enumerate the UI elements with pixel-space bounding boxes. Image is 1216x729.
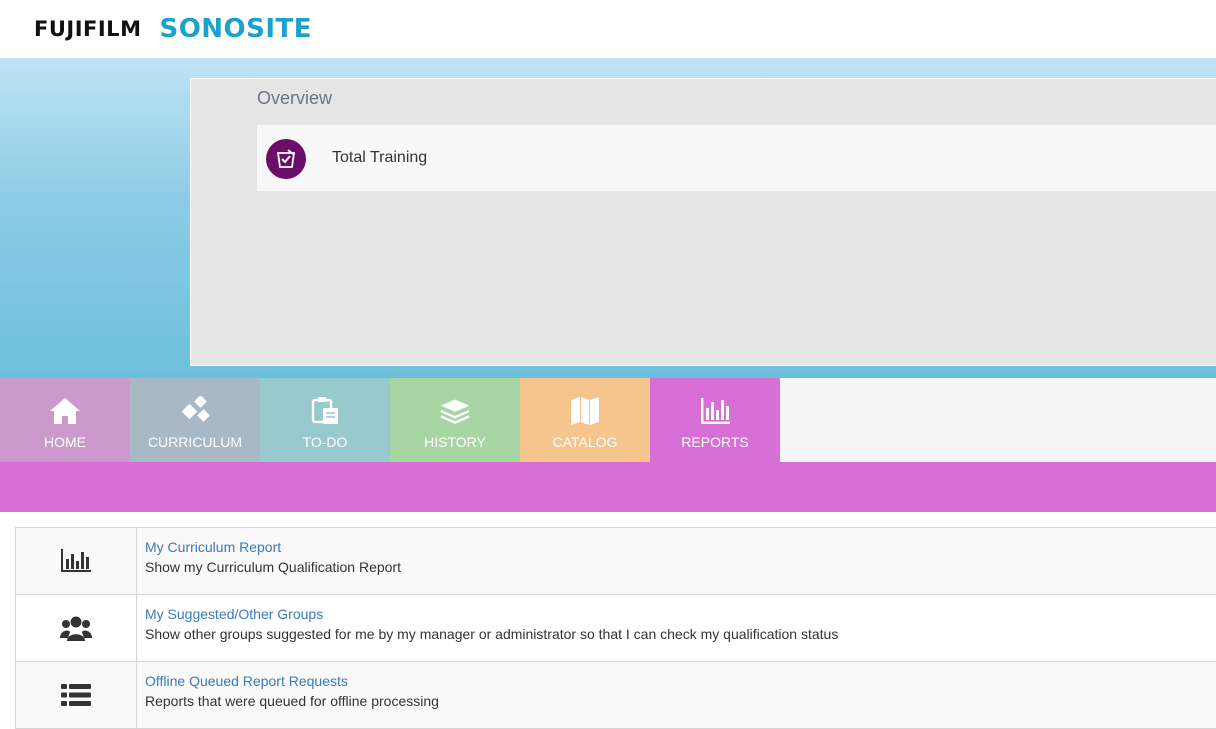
overview-panel: Overview Total Training — [190, 78, 1216, 366]
report-link[interactable]: My Curriculum Report — [145, 539, 281, 555]
list-item: Offline Queued Report Requests Reports t… — [16, 662, 1216, 729]
list-item: My Curriculum Report Show my Curriculum … — [16, 528, 1216, 595]
list-icon — [16, 662, 137, 728]
tab-catalog[interactable]: CATALOG — [520, 378, 650, 462]
header: FUJIFILM SONOSITE — [0, 0, 1216, 58]
tab-label: CURRICULUM — [147, 434, 243, 450]
tab-history[interactable]: HISTORY — [390, 378, 520, 462]
fujifilm-sonosite-logo[interactable]: FUJIFILM SONOSITE — [34, 12, 312, 46]
training-badge-icon — [266, 139, 306, 179]
tab-curriculum[interactable]: CURRICULUM — [130, 378, 260, 462]
bar-chart-icon — [699, 396, 731, 426]
logo-brand: FUJIFILM — [34, 17, 142, 41]
tab-label: REPORTS — [681, 434, 749, 450]
tab-label: HOME — [44, 434, 86, 450]
tab-label: CATALOG — [552, 434, 618, 450]
bar-chart-icon — [16, 528, 137, 594]
clipboard-icon — [309, 396, 341, 426]
users-icon — [16, 595, 137, 661]
overview-title: Overview — [257, 88, 333, 108]
reports-section-band — [0, 462, 1216, 512]
total-training-row[interactable]: Total Training — [257, 125, 1216, 191]
tab-home[interactable]: HOME — [0, 378, 130, 462]
tab-to-do[interactable]: TO-DO — [260, 378, 390, 462]
list-item: My Suggested/Other Groups Show other gro… — [16, 595, 1216, 662]
main-nav-tabs: HOME CURRICULUM TO-DO HISTORY CATALOG RE… — [0, 378, 1216, 462]
report-description: Reports that were queued for offline pro… — [145, 693, 439, 709]
tab-label: TO-DO — [302, 434, 348, 450]
home-icon — [49, 396, 81, 426]
report-link[interactable]: My Suggested/Other Groups — [145, 606, 323, 622]
report-description: Show my Curriculum Qualification Report — [145, 559, 401, 575]
logo-product: SONOSITE — [159, 14, 313, 44]
layers-icon — [439, 396, 471, 426]
tab-reports[interactable]: REPORTS — [650, 378, 780, 462]
cubes-icon — [179, 396, 211, 426]
total-training-label: Total Training — [332, 149, 428, 166]
map-icon — [569, 396, 601, 426]
report-description: Show other groups suggested for me by my… — [145, 626, 839, 642]
reports-list: My Curriculum Report Show my Curriculum … — [15, 527, 1216, 729]
report-link[interactable]: Offline Queued Report Requests — [145, 673, 348, 689]
tab-label: HISTORY — [424, 434, 486, 450]
